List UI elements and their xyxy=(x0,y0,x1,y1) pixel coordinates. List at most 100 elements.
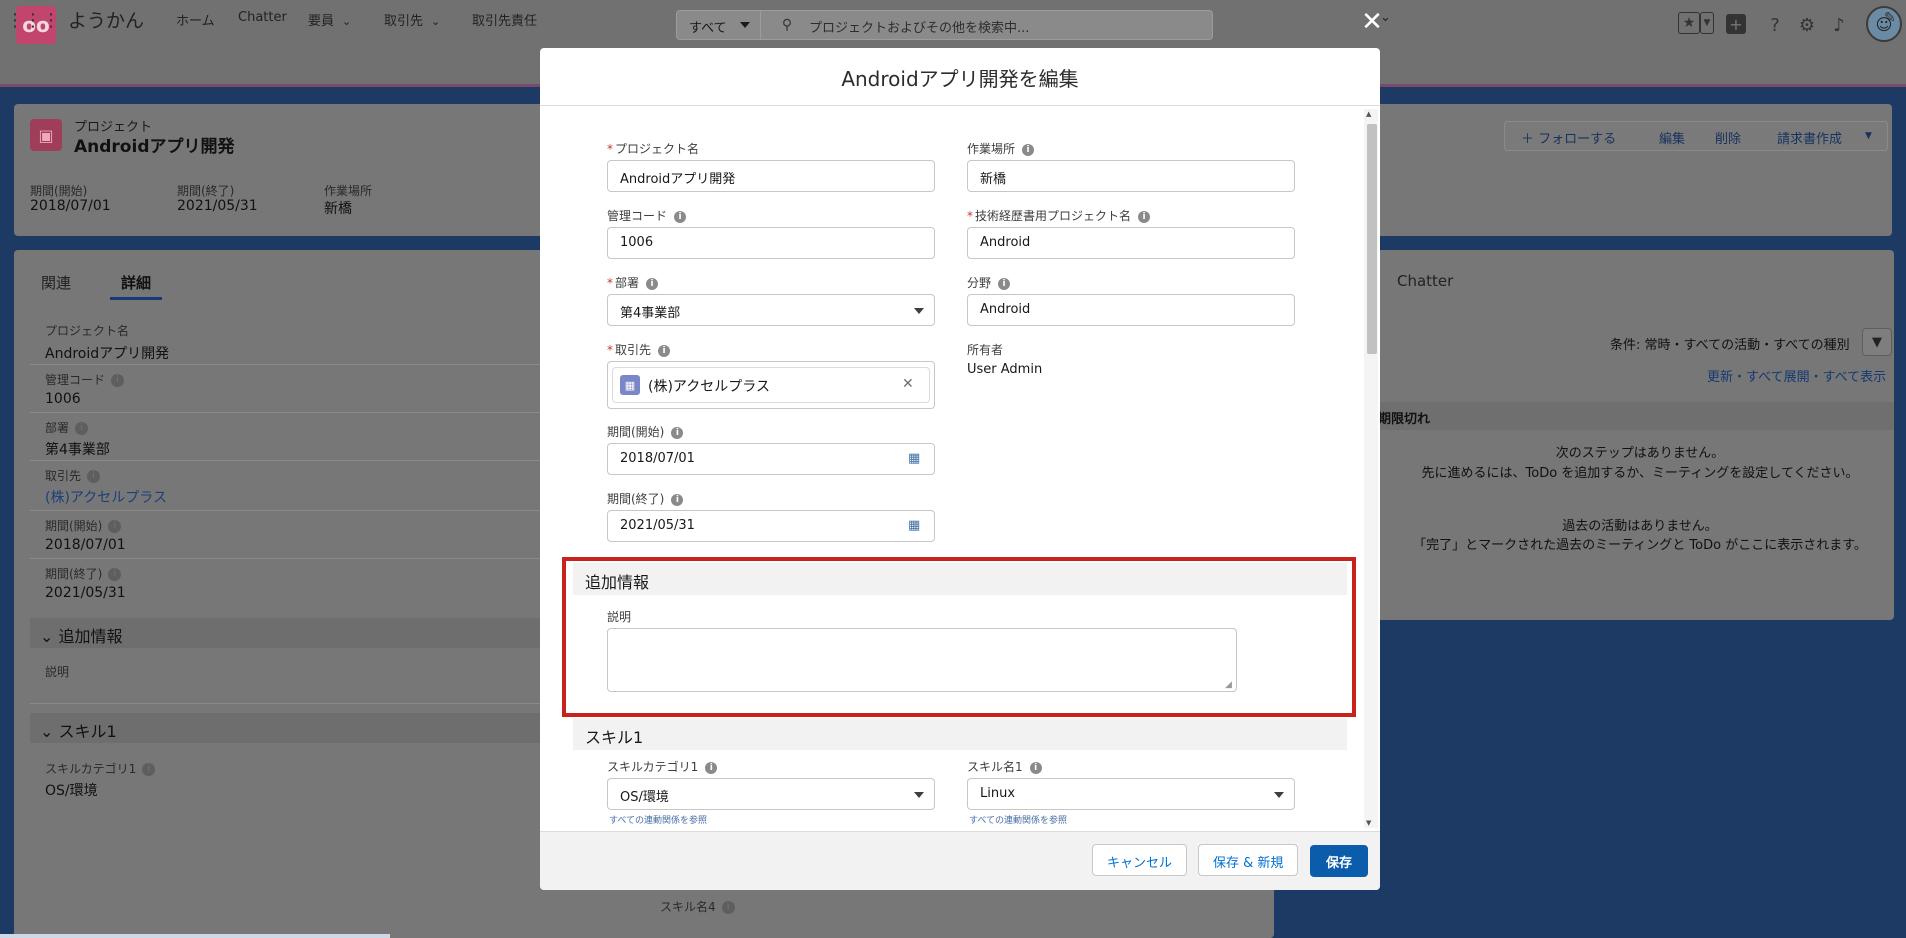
clear-icon[interactable]: ✕ xyxy=(902,376,914,392)
app-launcher-icon[interactable]: ⋮⋮⋮ xyxy=(6,9,60,31)
detail-field-value: Androidアプリ開発 xyxy=(45,346,170,362)
dept-select[interactable]: 第4事業部 xyxy=(607,294,935,326)
nav-item-chatter[interactable]: Chatter xyxy=(238,10,287,25)
detail-field-label: スキル名4 i xyxy=(660,898,735,915)
info-icon[interactable]: i xyxy=(705,761,718,774)
info-icon[interactable]: i xyxy=(75,422,89,435)
tech-name-input[interactable]: Android xyxy=(967,227,1295,259)
close-modal-icon[interactable]: ✕ xyxy=(1358,7,1386,37)
nav-item-staff[interactable]: 要員 ⌄ xyxy=(308,10,351,29)
account-link[interactable]: (株)アクセルプラス xyxy=(45,487,167,507)
code-input[interactable]: 1006 xyxy=(607,227,935,259)
field-label-field: 分野 i xyxy=(967,274,1011,291)
notifications-bell-icon[interactable]: ♪ xyxy=(1826,12,1852,38)
highlight-label: 期間(終了) xyxy=(177,184,235,198)
label-text: 期間(開始) xyxy=(607,425,665,439)
info-icon[interactable]: i xyxy=(1022,143,1035,156)
info-icon[interactable]: i xyxy=(671,493,684,506)
field-input[interactable]: Android xyxy=(967,294,1295,326)
no-past-activity: 過去の活動はありません。 xyxy=(1562,519,1718,534)
dept-select-value: 第4事業部 xyxy=(620,306,681,321)
detail-field-label: 取引先 i xyxy=(45,467,101,484)
start-date-input[interactable]: 2018/07/01 ▦ xyxy=(607,443,935,475)
end-date-input[interactable]: 2021/05/31 ▦ xyxy=(607,510,935,542)
detail-field-value: 第4事業部 xyxy=(45,442,110,458)
scrollbar-thumb[interactable] xyxy=(1367,124,1377,354)
label-text: スキルカテゴリ1 xyxy=(45,762,137,776)
save-and-new-button[interactable]: 保存 & 新規 xyxy=(1198,844,1299,876)
invoice-button[interactable]: 請求書作成 xyxy=(1777,128,1842,147)
info-icon[interactable]: i xyxy=(1029,761,1042,774)
detail-field-value: 2021/05/31 xyxy=(45,585,126,601)
tab-related[interactable]: 関連 xyxy=(41,272,71,293)
nav-item-accounts[interactable]: 取引先 ⌄ xyxy=(384,10,440,29)
info-icon[interactable]: i xyxy=(1138,210,1151,223)
favorites-dropdown-icon[interactable]: ▼ xyxy=(1700,12,1714,34)
filter-icon[interactable]: ▼ xyxy=(1862,328,1892,356)
save-button[interactable]: 保存 xyxy=(1310,845,1368,877)
field-label-skill-name: スキル名1 i xyxy=(967,758,1042,775)
field-label-tech-name: * 技術経歴書用プロジェクト名 i xyxy=(967,207,1151,224)
app-name: ようかん xyxy=(68,10,145,32)
bottom-strip xyxy=(0,934,390,938)
info-icon[interactable]: i xyxy=(111,374,125,387)
edit-nav-pencil-icon[interactable]: ✎ xyxy=(1884,10,1896,26)
edit-button[interactable]: 編集 xyxy=(1659,128,1685,147)
info-icon[interactable]: i xyxy=(674,210,687,223)
detail-field-label: 部署 i xyxy=(45,419,89,436)
highlight-value: 2018/07/01 xyxy=(30,198,111,214)
dependency-link[interactable]: すべての連動関係を参照 xyxy=(969,813,1067,826)
project-name-input[interactable]: Androidアプリ開発 xyxy=(607,160,935,192)
skill-name-value: Linux xyxy=(980,786,1016,801)
label-text: スキル名1 xyxy=(967,760,1023,774)
info-icon[interactable]: i xyxy=(87,470,101,483)
label-text: 管理コード xyxy=(45,373,106,387)
help-icon[interactable]: ? xyxy=(1762,12,1788,38)
tab-chatter[interactable]: Chatter xyxy=(1397,272,1453,290)
activity-links[interactable]: 更新・すべて展開・すべて表示 xyxy=(1707,366,1886,385)
nav-item-home[interactable]: ホーム xyxy=(176,10,215,29)
more-actions-icon[interactable]: ▼ xyxy=(1865,131,1872,141)
tab-details[interactable]: 詳細 xyxy=(121,272,151,293)
dependency-link[interactable]: すべての連動関係を参照 xyxy=(609,813,707,826)
label-text: 管理コード xyxy=(607,209,668,223)
favorites-star-icon[interactable]: ★ xyxy=(1678,12,1700,34)
info-icon[interactable]: i xyxy=(142,763,156,776)
detail-field-label: スキルカテゴリ1 i xyxy=(45,760,156,777)
nav-item-contacts[interactable]: 取引先責任 xyxy=(472,10,537,29)
detail-field-label: 管理コード i xyxy=(45,371,125,388)
section-header-additional[interactable]: ⌄ 追加情報 xyxy=(30,618,550,648)
info-icon[interactable]: i xyxy=(658,344,671,357)
scroll-up-icon[interactable]: ▲ xyxy=(1366,110,1371,118)
follow-button[interactable]: ＋ フォローする xyxy=(1521,128,1616,147)
info-icon[interactable]: i xyxy=(108,568,122,581)
global-search[interactable]: すべて ⚲ プロジェクトおよびその他を検索中... xyxy=(676,10,1213,40)
calendar-icon[interactable]: ▦ xyxy=(908,518,922,533)
add-icon[interactable]: + xyxy=(1726,14,1746,34)
cancel-button[interactable]: キャンセル xyxy=(1092,844,1188,876)
info-icon[interactable]: i xyxy=(108,520,122,533)
search-input[interactable]: プロジェクトおよびその他を検索中... xyxy=(809,17,1029,36)
chevron-down-icon: ⌄ xyxy=(40,722,59,741)
required-marker: * xyxy=(607,142,613,156)
description-label: 説明 xyxy=(45,665,70,679)
info-icon[interactable]: i xyxy=(998,277,1011,290)
calendar-icon[interactable]: ▦ xyxy=(908,451,922,466)
scroll-down-icon[interactable]: ▼ xyxy=(1366,819,1371,827)
no-past-activity-hint: 「完了」とマークされた過去のミーティングと ToDo がここに表示されます。 xyxy=(1413,538,1867,553)
info-icon[interactable]: i xyxy=(721,901,735,914)
location-input[interactable]: 新橋 xyxy=(967,160,1295,192)
activity-panel xyxy=(1364,250,1894,620)
setup-gear-icon[interactable]: ⚙ xyxy=(1794,12,1820,38)
section-header-skill[interactable]: ⌄ スキル1 xyxy=(30,713,550,743)
chevron-down-icon[interactable]: ⌄ xyxy=(431,15,440,28)
chevron-down-icon[interactable]: ⌄ xyxy=(342,15,351,28)
info-icon[interactable]: i xyxy=(646,277,659,290)
skill-category-select[interactable]: OS/環境 xyxy=(607,778,935,810)
section-title: 追加情報 xyxy=(58,627,123,646)
delete-button[interactable]: 削除 xyxy=(1715,128,1741,147)
skill-name-select[interactable]: Linux xyxy=(967,778,1295,810)
search-scope-select[interactable]: すべて xyxy=(677,11,761,39)
info-icon[interactable]: i xyxy=(671,426,684,439)
label-text: 技術経歴書用プロジェクト名 xyxy=(975,209,1132,223)
